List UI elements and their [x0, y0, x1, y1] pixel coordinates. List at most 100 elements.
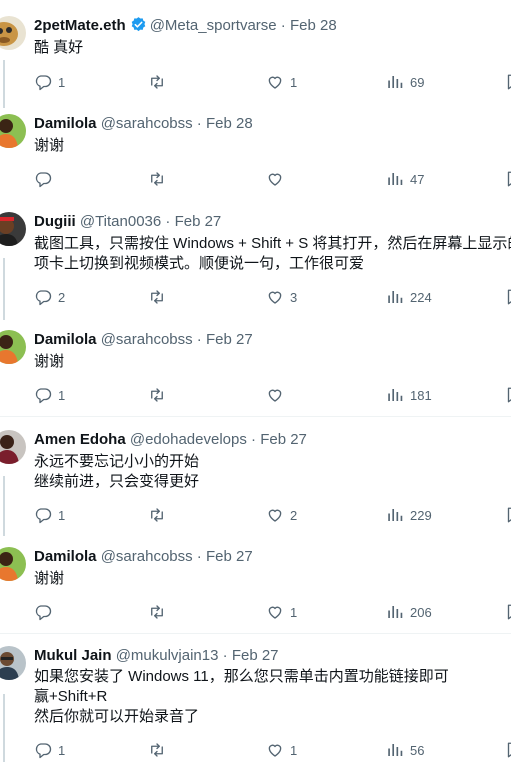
verified-badge-icon — [130, 16, 147, 39]
retweet-button[interactable] — [148, 385, 172, 405]
user-handle[interactable]: @mukulvjain13 — [116, 647, 219, 664]
replie-count: 1 — [58, 74, 66, 90]
replie-count: 1 — [58, 387, 66, 403]
tweet[interactable]: Damilola @sarahcobss · Feb 27 谢谢 1 206 — [0, 547, 511, 627]
tweet-date[interactable]: Feb 27 — [206, 548, 253, 565]
tweet-text-line: 谢谢 — [34, 570, 65, 587]
bookmark-button[interactable] — [504, 740, 511, 760]
tweet-header: Dugiii @Titan0036 · Feb 27 — [34, 212, 221, 232]
views-button[interactable]: 181 — [386, 385, 432, 405]
reply-icon — [34, 288, 52, 306]
like-count: 1 — [290, 74, 298, 90]
views-icon — [386, 506, 404, 524]
retweet-button[interactable] — [148, 72, 172, 92]
avatar[interactable] — [0, 212, 26, 246]
like-button[interactable] — [266, 385, 290, 405]
display-name[interactable]: 2petMate.eth — [34, 17, 126, 34]
reply-button[interactable]: 1 — [34, 72, 65, 92]
reply-button[interactable]: 2 — [34, 287, 65, 307]
views-button[interactable]: 56 — [386, 740, 424, 760]
tweet-actions: 2 3 224 — [34, 287, 511, 307]
tweet[interactable]: 2petMate.eth @Meta_sportvarse · Feb 28 酷 … — [0, 16, 511, 96]
tweet-date[interactable]: Feb 27 — [175, 213, 222, 230]
bookmark-button[interactable] — [504, 72, 511, 92]
replie-count: 1 — [58, 507, 66, 523]
bookmark-button[interactable] — [504, 505, 511, 525]
views-button[interactable]: 224 — [386, 287, 432, 307]
tweet-date[interactable]: Feb 28 — [206, 115, 253, 132]
bookmark-button[interactable] — [504, 602, 511, 622]
retweet-button[interactable] — [148, 602, 172, 622]
retweet-button[interactable] — [148, 169, 172, 189]
views-button[interactable]: 47 — [386, 169, 424, 189]
user-handle[interactable]: @Meta_sportvarse — [150, 17, 277, 34]
like-button[interactable]: 1 — [266, 602, 297, 622]
reply-icon — [34, 506, 52, 524]
avatar[interactable] — [0, 547, 26, 581]
retweet-button[interactable] — [148, 740, 172, 760]
views-button[interactable]: 69 — [386, 72, 424, 92]
tweet-separator — [0, 416, 511, 417]
replie-count: 1 — [58, 742, 66, 758]
reply-button[interactable] — [34, 602, 58, 622]
like-button[interactable]: 3 — [266, 287, 297, 307]
tweet[interactable]: Mukul Jain @mukulvjain13 · Feb 27 如果您安装了… — [0, 646, 511, 762]
tweet-header: Amen Edoha @edohadevelops · Feb 27 — [34, 430, 307, 450]
user-handle[interactable]: @sarahcobss — [101, 548, 193, 565]
avatar[interactable] — [0, 430, 26, 464]
like-button[interactable]: 1 — [266, 72, 297, 92]
tweet-date[interactable]: Feb 27 — [206, 331, 253, 348]
display-name[interactable]: Damilola — [34, 115, 97, 132]
bookmark-button[interactable] — [504, 385, 511, 405]
separator-dot: · — [192, 331, 206, 348]
display-name[interactable]: Amen Edoha — [34, 431, 126, 448]
display-name[interactable]: Damilola — [34, 331, 97, 348]
display-name[interactable]: Dugiii — [34, 213, 76, 230]
like-count: 1 — [290, 604, 298, 620]
bookmark-icon — [504, 170, 511, 188]
bookmark-button[interactable] — [504, 169, 511, 189]
tweet-date[interactable]: Feb 27 — [260, 431, 307, 448]
like-count: 2 — [290, 507, 298, 523]
bookmark-icon — [504, 386, 511, 404]
tweet-actions: 1 2 229 — [34, 505, 511, 525]
retweet-button[interactable] — [148, 287, 172, 307]
tweet-text: 截图工具，只需按住 Windows + Shift + S 将其打开，然后在屏幕… — [34, 234, 511, 274]
retweet-icon — [148, 170, 166, 188]
tweet-date[interactable]: Feb 28 — [290, 17, 337, 34]
user-handle[interactable]: @sarahcobss — [101, 331, 193, 348]
like-button[interactable]: 1 — [266, 740, 297, 760]
display-name[interactable]: Mukul Jain — [34, 647, 112, 664]
replie-count: 2 — [58, 289, 66, 305]
avatar[interactable] — [0, 646, 26, 680]
avatar[interactable] — [0, 16, 26, 50]
retweet-button[interactable] — [148, 505, 172, 525]
like-button[interactable] — [266, 169, 290, 189]
reply-button[interactable]: 1 — [34, 505, 65, 525]
view-count: 47 — [410, 171, 425, 187]
tweet-text-line: 继续前进，只会变得更好 — [34, 473, 200, 490]
tweet-header: Mukul Jain @mukulvjain13 · Feb 27 — [34, 646, 279, 666]
reply-button[interactable] — [34, 169, 58, 189]
tweet-text-line: 如果您安装了 Windows 11，那么您只需单击内置功能链接即可 — [34, 668, 449, 685]
tweet-text: 谢谢 — [34, 569, 64, 589]
reply-button[interactable]: 1 — [34, 740, 65, 760]
tweet[interactable]: Amen Edoha @edohadevelops · Feb 27 永远不要忘… — [0, 430, 511, 530]
tweet[interactable]: Damilola @sarahcobss · Feb 27 谢谢 1 181 — [0, 330, 511, 410]
tweet-date[interactable]: Feb 27 — [232, 647, 279, 664]
tweet-actions: 47 — [34, 169, 511, 189]
reply-button[interactable]: 1 — [34, 385, 65, 405]
display-name[interactable]: Damilola — [34, 548, 97, 565]
avatar[interactable] — [0, 114, 26, 148]
tweet-header: 2petMate.eth @Meta_sportvarse · Feb 28 — [34, 16, 337, 39]
views-button[interactable]: 206 — [386, 602, 432, 622]
user-handle[interactable]: @sarahcobss — [101, 115, 193, 132]
bookmark-button[interactable] — [504, 287, 511, 307]
avatar[interactable] — [0, 330, 26, 364]
user-handle[interactable]: @Titan0036 — [80, 213, 161, 230]
tweet[interactable]: Dugiii @Titan0036 · Feb 27 截图工具，只需按住 Win… — [0, 212, 511, 312]
tweet[interactable]: Damilola @sarahcobss · Feb 28 谢谢 47 — [0, 114, 511, 194]
user-handle[interactable]: @edohadevelops — [130, 431, 247, 448]
views-button[interactable]: 229 — [386, 505, 432, 525]
like-button[interactable]: 2 — [266, 505, 297, 525]
